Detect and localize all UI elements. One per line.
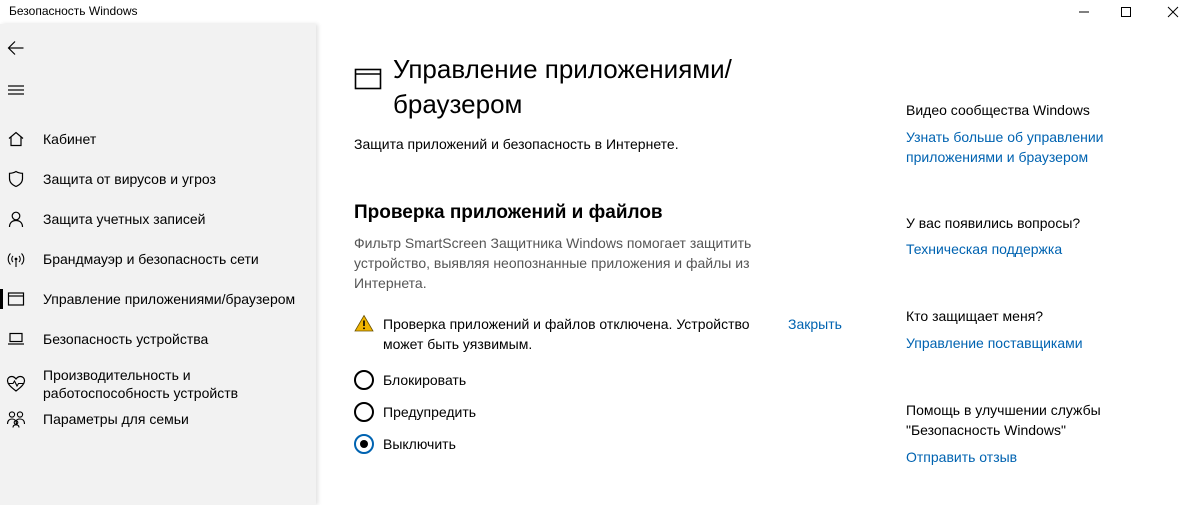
radio-circle[interactable] [354, 402, 374, 422]
minimize-button[interactable] [1061, 0, 1107, 24]
family-icon [6, 409, 26, 429]
radio-label: Блокировать [383, 372, 467, 388]
app-window-icon [354, 68, 382, 90]
page-subtitle: Защита приложений и безопасность в Интер… [354, 136, 679, 152]
sidebar-item-label: Защита от вирусов и угроз [43, 171, 216, 187]
radio-circle-selected[interactable] [354, 434, 374, 454]
sidebar: Кабинет Защита от вирусов и угроз Защита… [0, 24, 316, 505]
shield-icon [6, 169, 26, 189]
who-protects-heading: Кто защищает меня? [906, 308, 1044, 324]
community-video-heading: Видео сообщества Windows [906, 102, 1090, 118]
sidebar-item-account-protection[interactable]: Защита учетных записей [0, 199, 316, 239]
sidebar-item-label: Управление приложениями/браузером [43, 291, 296, 307]
maximize-button[interactable] [1103, 0, 1149, 24]
sidebar-item-label: Производительность и работоспособность у… [43, 367, 239, 401]
sidebar-item-home[interactable]: Кабинет [0, 119, 316, 159]
main-content: Управление приложениями/ браузером Защит… [316, 24, 876, 505]
sidebar-item-family-options[interactable]: Параметры для семьи [0, 399, 316, 439]
radio-off[interactable]: Выключить [354, 433, 554, 455]
warning-text: Проверка приложений и файлов отключена. … [383, 316, 750, 352]
warning-icon [354, 314, 374, 332]
sidebar-item-app-browser-control[interactable]: Управление приложениями/браузером [0, 279, 316, 319]
page-title: Управление приложениями/ браузером [393, 54, 732, 119]
hamburger-menu-button[interactable] [0, 72, 36, 108]
person-icon [6, 209, 26, 229]
wifi-icon [6, 249, 26, 269]
manage-providers-link[interactable]: Управление поставщиками [906, 333, 1186, 353]
radio-warn[interactable]: Предупредить [354, 401, 554, 423]
close-icon [1167, 6, 1179, 18]
sidebar-item-virus-protection[interactable]: Защита от вирусов и угроз [0, 159, 316, 199]
title-bar: Безопасность Windows [0, 0, 1198, 24]
tech-support-link[interactable]: Техническая поддержка [906, 239, 1186, 259]
sidebar-item-label: Параметры для семьи [43, 411, 189, 427]
radio-block[interactable]: Блокировать [354, 369, 554, 391]
radio-label: Выключить [383, 436, 456, 452]
sidebar-item-label: Брандмауэр и безопасность сети [43, 251, 259, 267]
improve-service-heading: Помощь в улучшении службы "Безопасность … [906, 402, 1101, 438]
window-title: Безопасность Windows [9, 4, 138, 18]
home-icon [6, 129, 26, 149]
sidebar-item-label: Защита учетных записей [43, 211, 206, 227]
minimize-icon [1079, 11, 1089, 13]
heart-icon [6, 374, 26, 394]
back-arrow-icon [7, 41, 24, 55]
laptop-icon [6, 329, 26, 349]
send-feedback-link[interactable]: Отправить отзыв [906, 447, 1186, 467]
sidebar-item-label: Безопасность устройства [43, 331, 209, 347]
dismiss-link[interactable]: Закрыть [788, 314, 842, 334]
section-title: Проверка приложений и файлов [354, 202, 663, 223]
close-button[interactable] [1150, 0, 1196, 24]
questions-heading: У вас появились вопросы? [906, 215, 1081, 231]
sidebar-item-label: Кабинет [43, 131, 97, 147]
learn-more-link[interactable]: Узнать больше об управлении приложениями… [906, 127, 1126, 167]
sidebar-item-device-security[interactable]: Безопасность устройства [0, 319, 316, 359]
back-button[interactable] [0, 30, 36, 66]
sidebar-item-firewall[interactable]: Брандмауэр и безопасность сети [0, 239, 316, 279]
app-window-icon [6, 289, 26, 309]
hamburger-icon [8, 85, 24, 95]
radio-label: Предупредить [383, 404, 477, 420]
maximize-icon [1121, 7, 1131, 17]
section-description: Фильтр SmartScreen Защитника Windows пом… [354, 235, 752, 291]
right-sidebar: Видео сообщества Windows Узнать больше о… [906, 24, 1186, 505]
active-indicator [0, 289, 3, 309]
radio-circle[interactable] [354, 370, 374, 390]
